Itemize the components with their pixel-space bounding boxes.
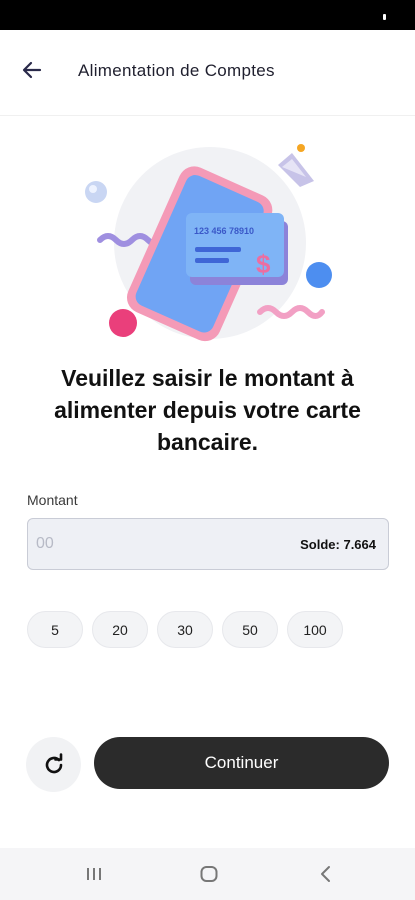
recents-button[interactable] [79, 862, 109, 886]
arrow-left-icon [22, 61, 42, 79]
credit-card-illustration: 123 456 78910 $ [78, 135, 338, 345]
amount-chip-100[interactable]: 100 [287, 611, 343, 648]
card-number: 123 456 78910 [194, 226, 254, 236]
system-navigation-bar [0, 848, 415, 900]
back-chevron-icon [321, 866, 330, 882]
currency-symbol: $ [256, 249, 271, 279]
system-back-button[interactable] [311, 862, 341, 886]
amount-chip-5[interactable]: 5 [27, 611, 83, 648]
refresh-button[interactable] [26, 737, 81, 792]
instruction-headline: Veuillez saisir le montant à alimenter d… [54, 365, 361, 455]
amount-chip-50[interactable]: 50 [222, 611, 278, 648]
balance-text: Solde: 7.664 [300, 537, 376, 552]
amount-input[interactable] [36, 519, 256, 569]
refresh-icon [45, 752, 62, 773]
quick-amount-chips: 5 20 30 50 100 [27, 611, 343, 648]
home-button[interactable] [194, 862, 224, 886]
status-bar [0, 0, 415, 30]
home-icon [200, 866, 218, 882]
back-button[interactable] [14, 52, 50, 88]
status-indicator-icon [383, 14, 386, 20]
continue-button[interactable]: Continuer [94, 737, 389, 789]
amount-field[interactable]: Solde: 7.664 [27, 518, 389, 570]
recents-icon [87, 868, 101, 880]
page-title: Alimentation de Comptes [78, 61, 275, 80]
amount-label: Montant [27, 492, 78, 508]
amount-chip-20[interactable]: 20 [92, 611, 148, 648]
app-header: Alimentation de Comptes [0, 30, 415, 116]
amount-chip-30[interactable]: 30 [157, 611, 213, 648]
